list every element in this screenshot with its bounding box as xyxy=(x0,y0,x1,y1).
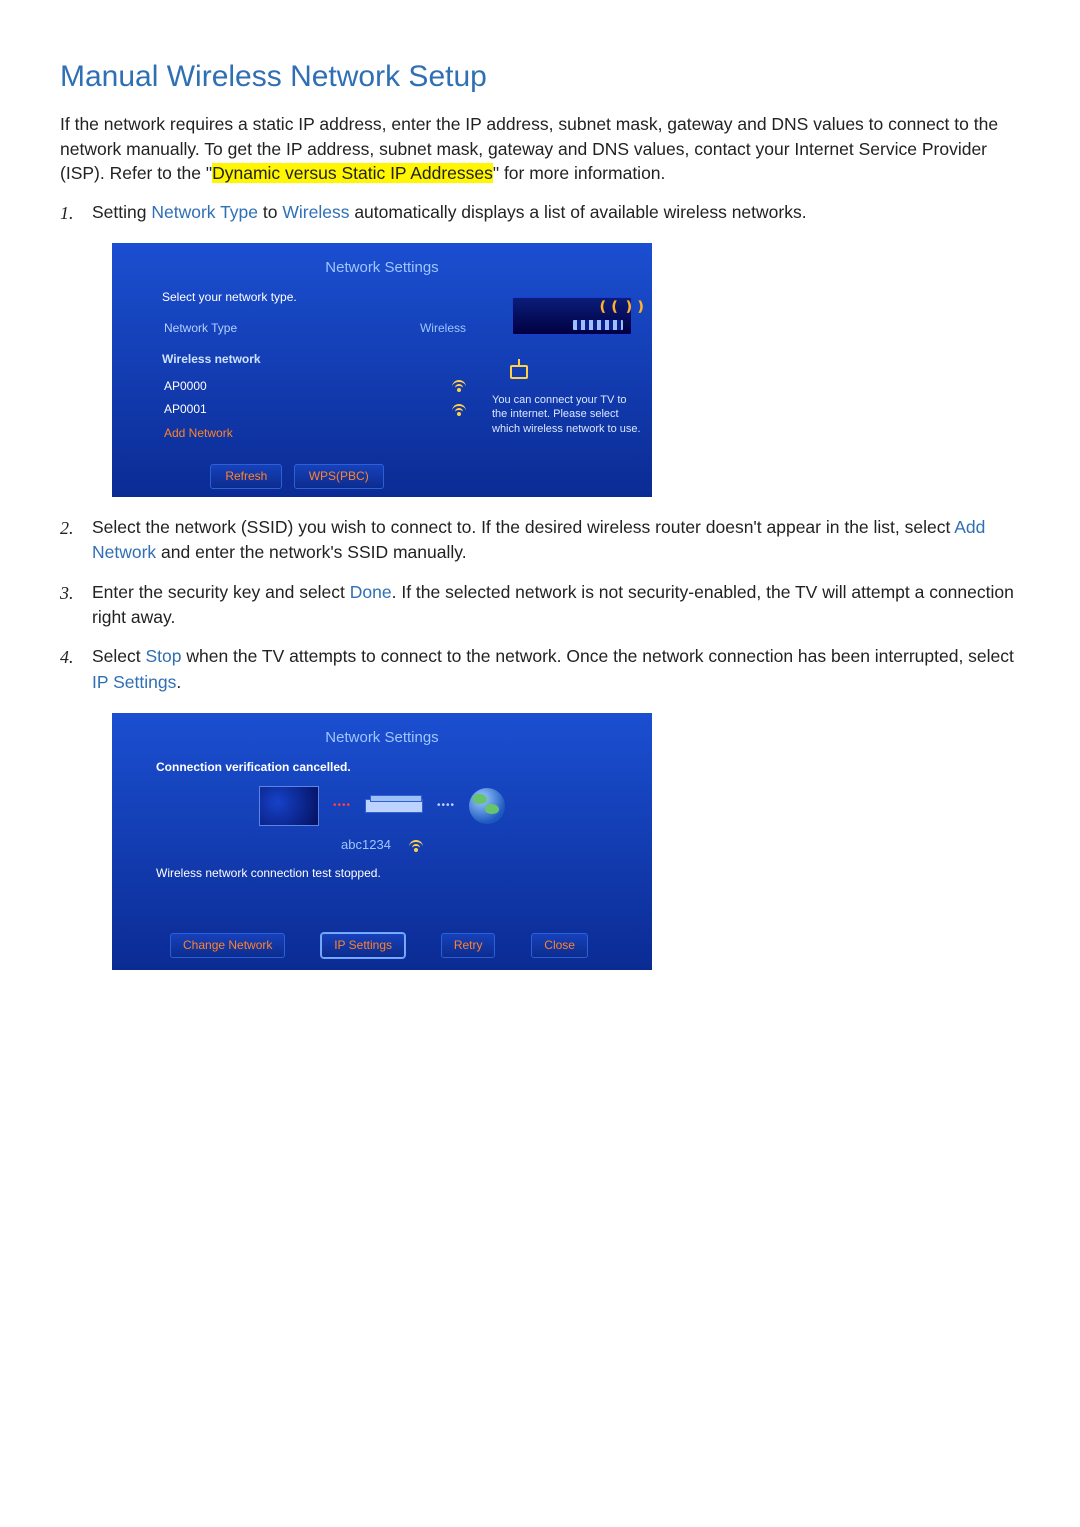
tv-panel-network-list: Network Settings Select your network typ… xyxy=(112,243,652,497)
step-text: Select xyxy=(92,646,146,666)
kw-network-type: Network Type xyxy=(151,202,258,222)
fail-arrow-icon: •••• xyxy=(333,799,351,814)
network-type-row[interactable]: Network Type Wireless xyxy=(162,316,472,341)
router-icon xyxy=(365,799,423,813)
intro-link-highlight[interactable]: Dynamic versus Static IP Addresses xyxy=(212,163,493,183)
wps-button[interactable]: WPS(PBC) xyxy=(294,464,384,489)
step-text: Select the network (SSID) you wish to co… xyxy=(92,517,954,537)
step-text: and enter the network's SSID manually. xyxy=(156,542,466,562)
wifi-signal-icon xyxy=(452,404,466,416)
kw-wireless: Wireless xyxy=(282,202,349,222)
tv2-title: Network Settings xyxy=(112,727,652,749)
globe-icon xyxy=(469,788,505,824)
router-illustration: ❪❪ ❫❫ xyxy=(492,297,642,377)
wifi-signal-icon xyxy=(452,380,466,392)
step-list: Setting Network Type to Wireless automat… xyxy=(60,200,1020,970)
antenna-icon: ❪❪ xyxy=(597,296,620,316)
step-text: automatically displays a list of availab… xyxy=(349,202,806,222)
kw-ip-settings: IP Settings xyxy=(92,672,176,692)
close-button[interactable]: Close xyxy=(531,933,588,958)
tv2-instruction: Connection verification cancelled. xyxy=(156,759,608,776)
network-type-label: Network Type xyxy=(164,320,237,337)
intro-paragraph: If the network requires a static IP addr… xyxy=(60,112,1020,186)
ssid-row-ap0000[interactable]: AP0000 xyxy=(162,375,472,398)
wifi-signal-icon xyxy=(409,840,423,852)
connection-diagram: •••• •••• xyxy=(156,786,608,826)
add-network-label: Add Network xyxy=(164,425,233,442)
kw-done: Done xyxy=(350,582,392,602)
ssid-row-ap0001[interactable]: AP0001 xyxy=(162,398,472,421)
antenna-icon: ❫❫ xyxy=(623,296,646,316)
retry-button[interactable]: Retry xyxy=(441,933,496,958)
change-network-button[interactable]: Change Network xyxy=(170,933,285,958)
tv-icon xyxy=(259,786,319,826)
step-text: . xyxy=(176,672,181,692)
network-type-value: Wireless xyxy=(420,320,466,337)
kw-stop: Stop xyxy=(146,646,182,666)
add-network-row[interactable]: Add Network xyxy=(162,422,472,445)
ip-settings-button[interactable]: IP Settings xyxy=(321,933,405,958)
tv2-network-name: abc1234 xyxy=(341,836,391,855)
step-text: Enter the security key and select xyxy=(92,582,350,602)
step-1: Setting Network Type to Wireless automat… xyxy=(60,200,1020,497)
tv1-instruction: Select your network type. xyxy=(162,289,472,306)
step-text: Setting xyxy=(92,202,151,222)
ok-arrow-icon: •••• xyxy=(437,799,455,814)
tv1-button-row: Refresh WPS(PBC) xyxy=(112,464,482,489)
step-text: to xyxy=(258,202,282,222)
step-2: Select the network (SSID) you wish to co… xyxy=(60,515,1020,566)
refresh-button[interactable]: Refresh xyxy=(210,464,282,489)
ssid-label: AP0000 xyxy=(164,378,207,395)
tv1-title: Network Settings xyxy=(112,257,652,279)
intro-text-2: " for more information. xyxy=(493,163,666,183)
tv1-help-text: You can connect your TV to the internet.… xyxy=(492,393,642,438)
tv-panel-connection-stopped: Network Settings Connection verification… xyxy=(112,713,652,970)
step-4: Select Stop when the TV attempts to conn… xyxy=(60,644,1020,970)
ssid-label: AP0001 xyxy=(164,401,207,418)
modem-icon xyxy=(510,365,528,379)
wireless-section-header: Wireless network xyxy=(162,351,472,368)
step-3: Enter the security key and select Done. … xyxy=(60,580,1020,631)
step-text: when the TV attempts to connect to the n… xyxy=(182,646,1014,666)
tv2-button-row: Change Network IP Settings Retry Close xyxy=(156,933,608,958)
tv2-stopped-message: Wireless network connection test stopped… xyxy=(156,865,608,882)
page-title: Manual Wireless Network Setup xyxy=(60,60,1020,94)
